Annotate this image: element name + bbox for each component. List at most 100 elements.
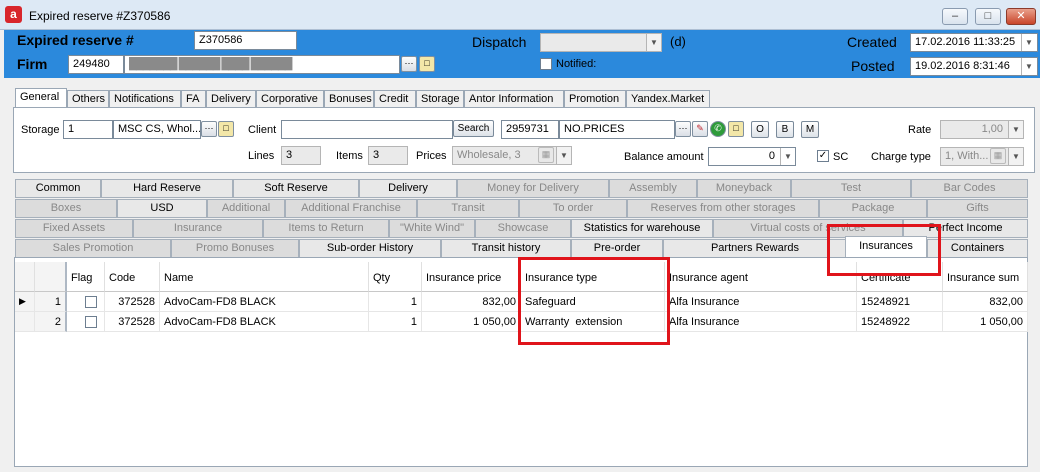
notified-checkbox[interactable] (540, 58, 552, 70)
tab-transit-history[interactable]: Transit history (441, 239, 571, 258)
col-insurance-price[interactable]: Insurance price (422, 262, 521, 292)
tab-fa[interactable]: FA (181, 90, 206, 108)
tab-antor-information[interactable]: Antor Information (464, 90, 564, 108)
tab-test[interactable]: Test (791, 179, 911, 198)
tab-usd[interactable]: USD (117, 199, 207, 218)
price-browse-button[interactable]: ⋯ (675, 121, 691, 137)
tab-general[interactable]: General (15, 88, 67, 108)
reserve-number-field[interactable]: Z370586 (194, 31, 297, 50)
tab-pre-order[interactable]: Pre-order (571, 239, 663, 258)
tab-promo-bonuses[interactable]: Promo Bonuses (171, 239, 299, 258)
client-field[interactable] (281, 120, 453, 139)
dispatch-label: Dispatch (472, 34, 527, 50)
prices-chevron-down-icon[interactable]: ▼ (556, 147, 571, 164)
tab-additional-franchise[interactable]: Additional Franchise (285, 199, 417, 218)
tab-to-order[interactable]: To order (519, 199, 627, 218)
tab-gifts[interactable]: Gifts (927, 199, 1028, 218)
cell-certificate: 15248921 (857, 292, 943, 312)
storage-browse-button[interactable]: ⋯ (201, 121, 217, 137)
tab-others[interactable]: Others (67, 90, 109, 108)
minimize-button[interactable]: – (942, 8, 968, 25)
close-button[interactable]: ✕ (1006, 8, 1036, 25)
prices-select[interactable]: Wholesale, 3 (452, 146, 572, 165)
tab-transit[interactable]: Transit (417, 199, 519, 218)
rate-chevron-down-icon[interactable]: ▼ (1008, 121, 1023, 138)
charge-chevron-down-icon[interactable]: ▼ (1008, 148, 1023, 165)
tab-package[interactable]: Package (819, 199, 927, 218)
b-button[interactable]: B (776, 121, 794, 138)
prices-grid-icon[interactable]: ▦ (538, 147, 554, 163)
col-name[interactable]: Name (160, 262, 369, 292)
tab-fixed-assets[interactable]: Fixed Assets (15, 219, 133, 238)
tab-boxes[interactable]: Boxes (15, 199, 117, 218)
firm-open-icon[interactable]: □ (419, 56, 435, 72)
tab-soft-reserve[interactable]: Soft Reserve (233, 179, 359, 198)
tab-containers[interactable]: Containers (927, 239, 1028, 258)
tab-assembly[interactable]: Assembly (609, 179, 697, 198)
firm-browse-button[interactable]: ⋯ (401, 56, 417, 72)
tab-notifications[interactable]: Notifications (109, 90, 181, 108)
cell-name: AdvoCam-FD8 BLACK (160, 292, 369, 312)
flag-checkbox[interactable] (85, 296, 97, 308)
storage-name-field[interactable]: MSC CS, Whol... (113, 120, 201, 139)
tab-yandex-market[interactable]: Yandex.Market (626, 90, 710, 108)
tab-delivery-grid[interactable]: Delivery (359, 179, 457, 198)
tab-sub-order-history[interactable]: Sub-order History (299, 239, 441, 258)
storage-code-field[interactable]: 1 (63, 120, 113, 139)
chevron-down-icon[interactable]: ▼ (646, 34, 661, 51)
charge-type-label: Charge type (871, 151, 931, 163)
tab-showcase[interactable]: Showcase (475, 219, 571, 238)
tab-credit[interactable]: Credit (374, 90, 416, 108)
tab-white-wind[interactable]: "White Wind" (389, 219, 475, 238)
tab-moneyback[interactable]: Moneyback (697, 179, 791, 198)
tab-reserves-from-other-storages[interactable]: Reserves from other storages (627, 199, 819, 218)
tab-additional[interactable]: Additional (207, 199, 285, 218)
storage-open-icon[interactable]: □ (218, 121, 234, 137)
table-row[interactable] (67, 312, 105, 332)
firm-code-field[interactable]: 249480 (68, 55, 124, 74)
posted-spin-icon[interactable]: ▼ (1021, 58, 1036, 75)
col-flag[interactable]: Flag (67, 262, 105, 292)
tab-partners-rewards[interactable]: Partners Rewards (663, 239, 847, 258)
tab-storage[interactable]: Storage (416, 90, 464, 108)
price-name-field[interactable]: NO.PRICES (559, 120, 675, 139)
tab-corporative[interactable]: Corporative (256, 90, 324, 108)
balance-chevron-down-icon[interactable]: ▼ (780, 148, 795, 165)
price-code-field[interactable]: 2959731 (501, 120, 559, 139)
tab-bonuses[interactable]: Bonuses (324, 90, 374, 108)
tab-bar-codes[interactable]: Bar Codes (911, 179, 1028, 198)
tab-items-to-return[interactable]: Items to Return (263, 219, 389, 238)
balance-amount-label: Balance amount (624, 151, 704, 163)
price-open-icon[interactable]: □ (728, 121, 744, 137)
tab-delivery[interactable]: Delivery (206, 90, 256, 108)
row-number: 2 (35, 312, 67, 332)
charge-grid-icon[interactable]: ▦ (990, 148, 1006, 164)
client-search-button[interactable]: Search (453, 120, 494, 137)
m-button[interactable]: M (801, 121, 819, 138)
tab-statistics-for-warehouse[interactable]: Statistics for warehouse (571, 219, 713, 238)
pencil-icon[interactable]: ✎ (692, 121, 708, 137)
tab-sales-promotion[interactable]: Sales Promotion (15, 239, 171, 258)
col-qty[interactable]: Qty (369, 262, 422, 292)
col-code[interactable]: Code (105, 262, 160, 292)
sc-label: SC (833, 151, 849, 163)
created-spin-icon[interactable]: ▼ (1021, 34, 1036, 51)
tab-insurance[interactable]: Insurance (133, 219, 263, 238)
o-button[interactable]: O (751, 121, 769, 138)
cell-insurance-sum: 832,00 (943, 292, 1028, 312)
created-datetime-field[interactable]: 17.02.2016 11:33:25 (910, 33, 1038, 52)
tab-common[interactable]: Common (15, 179, 101, 198)
maximize-button[interactable]: □ (975, 8, 1001, 25)
flag-checkbox[interactable] (85, 316, 97, 328)
table-row[interactable] (67, 292, 105, 312)
app-logo-icon: a (5, 6, 22, 23)
dispatch-select[interactable] (540, 33, 662, 52)
tab-hard-reserve[interactable]: Hard Reserve (101, 179, 233, 198)
phone-icon[interactable]: ✆ (710, 121, 726, 137)
firm-name-field[interactable]: ███████ ██████ ████ ██████ (124, 55, 400, 74)
tab-money-for-delivery[interactable]: Money for Delivery (457, 179, 609, 198)
sc-checkbox[interactable]: ✓ (817, 150, 829, 162)
col-insurance-sum[interactable]: Insurance sum (943, 262, 1028, 292)
posted-datetime-field[interactable]: 19.02.2016 8:31:46 (910, 57, 1038, 76)
tab-promotion[interactable]: Promotion (564, 90, 626, 108)
